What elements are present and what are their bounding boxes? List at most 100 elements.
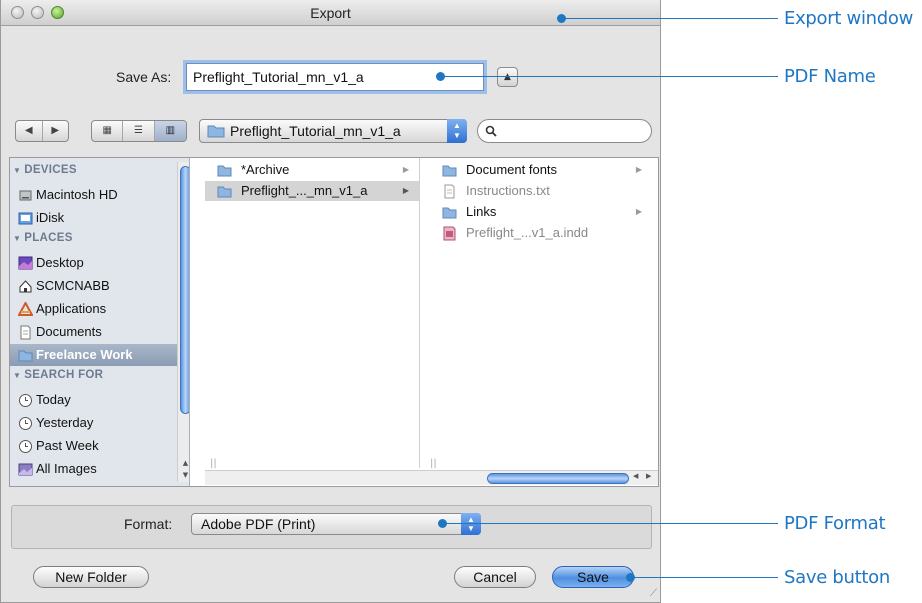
folder-icon [217, 184, 232, 205]
sidebar-section-header[interactable]: ▼ DEVICES [13, 164, 77, 176]
sidebar-item-idisk[interactable]: iDisk [10, 207, 182, 229]
folder-icon [18, 348, 33, 362]
callout-pdf-format: PDF Format [784, 513, 886, 534]
callout-save-button: Save button [784, 567, 890, 588]
browser-row[interactable]: Document fonts ▶ [430, 160, 652, 180]
callout-line [631, 577, 778, 578]
sidebar-item-past-week[interactable]: Past Week [10, 435, 182, 457]
sidebar-item-label: SCMCNABB [36, 278, 110, 293]
disclosure-triangle-icon[interactable]: ▼ [13, 234, 21, 243]
popup-arrows-icon: ▲ ▼ [461, 513, 481, 535]
format-label: Format: [124, 516, 173, 532]
resize-grip-icon[interactable]: ⟋ [650, 588, 657, 599]
browser-row[interactable]: *Archive ▶ [205, 160, 419, 180]
scroll-up-arrow-icon[interactable]: ▲ [180, 458, 189, 468]
expand-arrow-icon: ▶ [635, 207, 642, 216]
browser-row-label: Instructions.txt [466, 183, 550, 198]
sidebar-scroll-thumb[interactable] [180, 166, 189, 414]
horizontal-scrollbar[interactable]: ◀ ▶ [205, 470, 658, 485]
browser-row-label: *Archive [241, 162, 290, 177]
sidebar-item-all-images[interactable]: All Images [10, 458, 182, 480]
scroll-left-arrow-icon[interactable]: ◀ [633, 472, 638, 480]
cancel-button[interactable]: Cancel [454, 566, 536, 588]
sidebar-section-title: PLACES [24, 232, 73, 244]
expand-arrow-icon: ▶ [635, 165, 642, 174]
sidebar-item-label: iDisk [36, 210, 65, 225]
back-forward-control: ◀ ▶ [15, 120, 69, 142]
applications-icon [17, 300, 34, 316]
export-window: Export Save As: Preflight_Tutorial_mn_v1… [0, 0, 661, 603]
browser-row[interactable]: Preflight_...v1_a.indd [430, 223, 652, 243]
back-button[interactable]: ◀ [16, 121, 43, 141]
callout-line [562, 18, 778, 19]
browser-row-label: Preflight_..._mn_v1_a [241, 183, 368, 198]
sidebar-section-header[interactable]: ▼ SEARCH FOR [13, 369, 103, 381]
location-popup-label: Preflight_Tutorial_mn_v1_a [230, 123, 401, 139]
idisk-icon [18, 211, 33, 225]
list-view-button[interactable]: ☰ [123, 121, 155, 141]
folder-icon [207, 125, 225, 138]
browser-row[interactable]: Instructions.txt [430, 181, 652, 201]
sidebar-item-label: Macintosh HD [36, 187, 118, 202]
column-resize-handle[interactable]: || [210, 458, 217, 469]
documents-icon [18, 325, 32, 340]
sidebar-item-freelance-work[interactable]: Freelance Work [10, 344, 182, 366]
sidebar-section-header[interactable]: ▼ PLACES [13, 232, 73, 244]
scroll-down-arrow-icon[interactable]: ▼ [180, 470, 189, 480]
desktop-icon [18, 256, 33, 270]
browser-column-1: *Archive ▶ Preflight_..._mn_v1_a ▶ [205, 158, 420, 468]
search-icon [485, 125, 497, 137]
browser-row-label: Preflight_...v1_a.indd [466, 225, 589, 240]
new-folder-button[interactable]: New Folder [33, 566, 149, 588]
sidebar-item-scmcnabb[interactable]: SCMCNABB [10, 275, 182, 297]
popup-arrows-icon: ▲ ▼ [447, 119, 467, 143]
save-button[interactable]: Save [552, 566, 634, 588]
file-browser: ▼ DEVICES Macintosh HD iDisk ▼ PLACES Desktop S… [9, 157, 659, 487]
horizontal-scroll-thumb[interactable] [487, 473, 629, 484]
home-icon [18, 279, 32, 293]
callout-line [441, 76, 778, 77]
search-input[interactable] [477, 119, 652, 143]
sidebar-item-desktop[interactable]: Desktop [10, 252, 182, 274]
sidebar-item-macintosh-hd[interactable]: Macintosh HD [10, 184, 182, 206]
sidebar: ▼ DEVICES Macintosh HD iDisk ▼ PLACES Desktop S… [10, 158, 190, 486]
sidebar-item-yesterday[interactable]: Yesterday [10, 412, 182, 434]
icon-view-button[interactable]: ▦ [92, 121, 124, 141]
indesign-file-icon [442, 226, 457, 247]
clock-icon [18, 393, 32, 407]
callout-pdf-name: PDF Name [784, 66, 876, 87]
expand-arrow-icon: ▶ [402, 165, 409, 174]
sidebar-item-label: Yesterday [36, 415, 94, 430]
browser-row-label: Links [466, 204, 497, 219]
column-resize-handle[interactable]: || [430, 458, 437, 469]
sidebar-item-label: Freelance Work [36, 347, 133, 362]
column-view-button[interactable]: ▥ [154, 121, 186, 141]
sidebar-section-title: DEVICES [24, 164, 77, 176]
sidebar-item-label: Past Week [36, 438, 99, 453]
browser-row[interactable]: Preflight_..._mn_v1_a ▶ [205, 181, 419, 201]
disclosure-triangle-icon[interactable]: ▼ [13, 371, 21, 380]
expand-arrow-icon: ▶ [402, 186, 409, 195]
clock-icon [18, 416, 32, 430]
sidebar-item-applications[interactable]: Applications [10, 298, 182, 320]
view-mode-control: ▦ ☰ ▥ [91, 120, 187, 142]
sidebar-item-label: Today [36, 392, 71, 407]
forward-button[interactable]: ▶ [43, 121, 69, 141]
images-icon [18, 462, 33, 476]
sidebar-scrollbar[interactable]: ▲ ▼ [177, 162, 189, 482]
sidebar-item-documents[interactable]: Documents [10, 321, 182, 343]
browser-row[interactable]: Links ▶ [430, 202, 652, 222]
disclosure-triangle-icon[interactable]: ▼ [13, 166, 21, 175]
sidebar-item-label: Desktop [36, 255, 84, 270]
save-as-label: Save As: [116, 69, 172, 85]
hard-drive-icon [18, 188, 32, 202]
browser-column-2: Document fonts ▶ Instructions.txt Links ▶ Pre… [430, 158, 652, 468]
scroll-right-arrow-icon[interactable]: ▶ [646, 472, 651, 480]
browser-row-label: Document fonts [466, 162, 558, 177]
callout-export-window: Export window [784, 8, 914, 29]
expand-dialog-button[interactable]: ▲ [497, 67, 518, 87]
sidebar-item-today[interactable]: Today [10, 389, 182, 411]
sidebar-section-title: SEARCH FOR [24, 369, 104, 381]
callout-line [443, 523, 778, 524]
location-popup[interactable]: Preflight_Tutorial_mn_v1_a ▲ ▼ [199, 119, 467, 143]
